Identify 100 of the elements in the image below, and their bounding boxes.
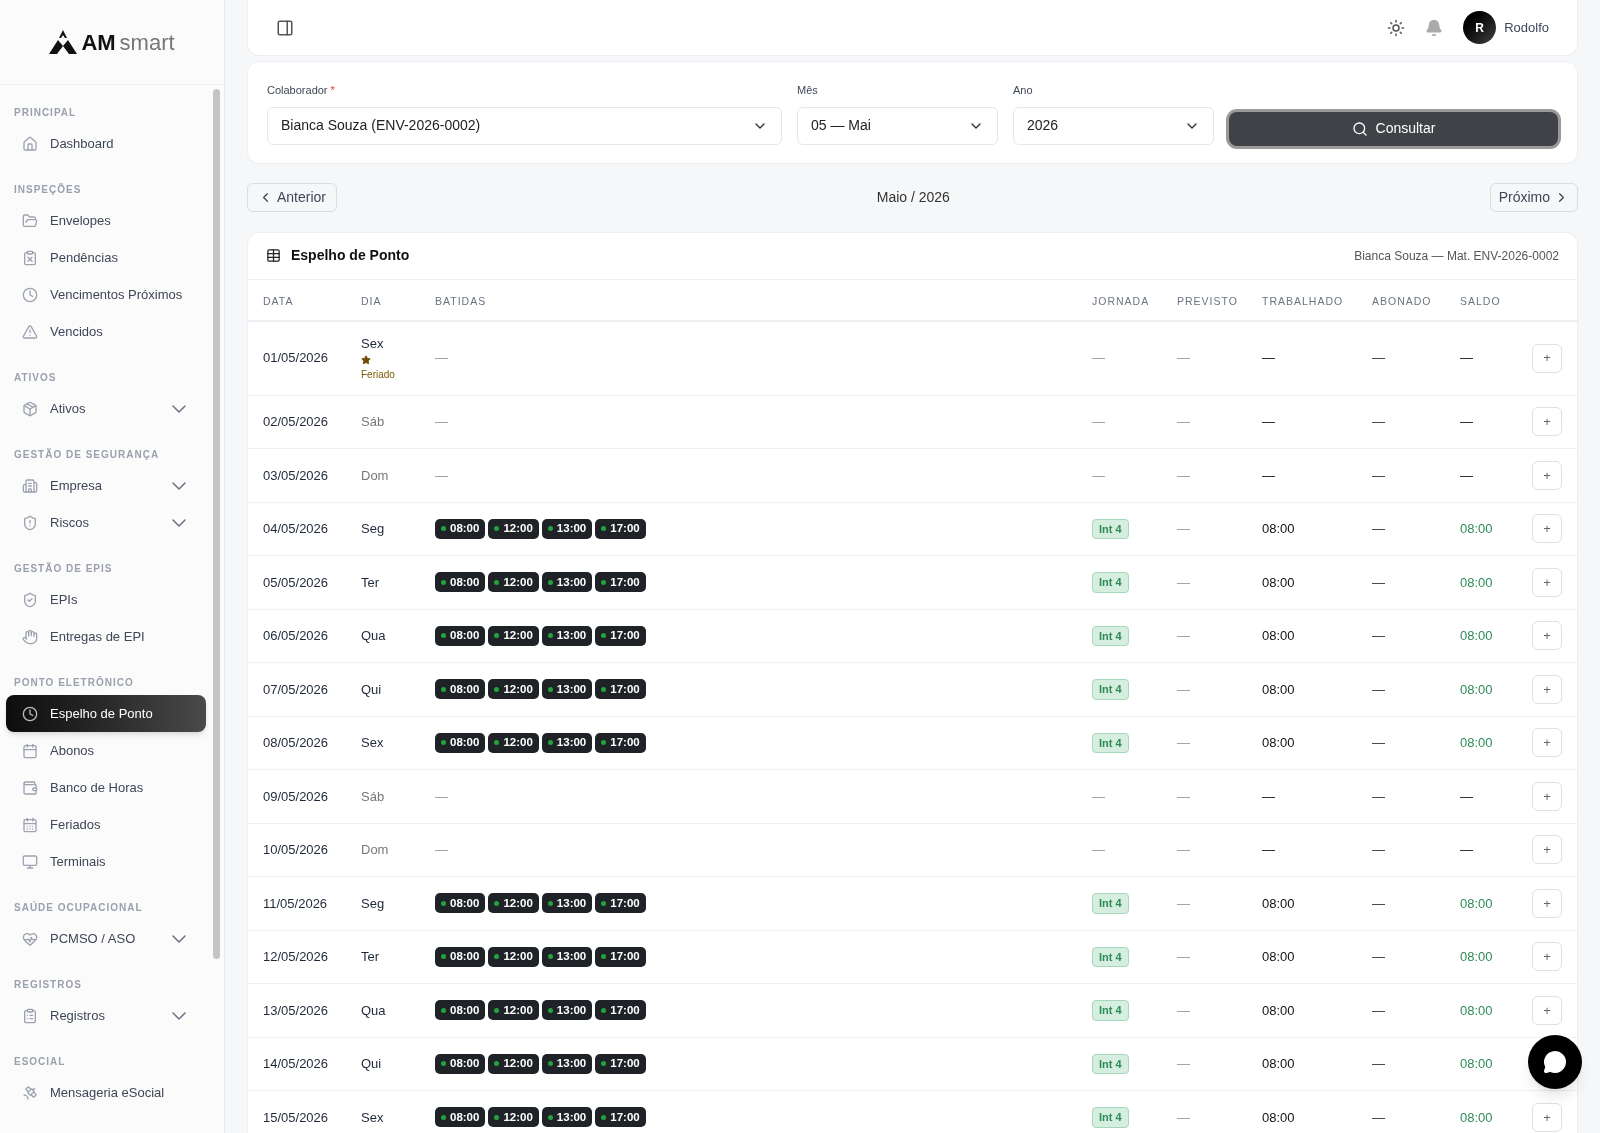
empty-value: — xyxy=(1372,467,1385,483)
add-button[interactable]: + xyxy=(1532,674,1562,704)
date-cell-text: 04/05/2026 xyxy=(263,520,330,538)
punch-chip: 13:00 xyxy=(541,893,593,914)
empty-value: — xyxy=(1177,1056,1190,1071)
add-button[interactable]: + xyxy=(1532,460,1562,490)
balance-value: 08:00 xyxy=(1460,1002,1493,1018)
sidebar-item[interactable]: PCMSO / ASO xyxy=(6,920,206,957)
chevron-down-icon xyxy=(172,1011,186,1020)
add-button[interactable]: + xyxy=(1532,942,1562,972)
chevron-down-icon xyxy=(172,518,186,527)
add-button[interactable]: + xyxy=(1532,728,1562,758)
punch-chip: 13:00 xyxy=(541,572,593,593)
empty-value: — xyxy=(1460,414,1473,429)
balance-value: 08:00 xyxy=(1460,1109,1493,1125)
shift-badge: Int 4 xyxy=(1092,625,1129,646)
folder-icon xyxy=(22,212,38,229)
add-button[interactable]: + xyxy=(1532,567,1562,597)
select-field[interactable]: Bianca Souza (ENV-2026-0002) xyxy=(267,106,782,145)
shift-badge: Int 4 xyxy=(1092,893,1129,914)
sun-icon[interactable] xyxy=(1387,18,1406,37)
sidebar-item[interactable]: Entregas de EPI xyxy=(6,618,206,655)
sidebar-item[interactable]: Pendências xyxy=(6,239,206,276)
empty-value: — xyxy=(435,349,448,368)
punch-chip: 13:00 xyxy=(541,679,593,700)
field-label: Mês xyxy=(797,83,819,98)
add-button[interactable]: + xyxy=(1532,835,1562,865)
empty-value: — xyxy=(435,841,448,859)
wallet-icon xyxy=(22,779,38,796)
sidebar-item[interactable]: Vencimentos Próximos xyxy=(6,276,206,313)
clipboard-list-icon xyxy=(22,1007,38,1024)
sidebar-item[interactable]: Riscos xyxy=(6,504,206,541)
sidebar-item[interactable]: Empresa xyxy=(6,467,206,504)
section-title: INSPEÇÕES xyxy=(13,182,83,196)
weekday-cell-text: Ter xyxy=(361,948,381,966)
date-cell-text: 12/05/2026 xyxy=(263,948,330,966)
card-title: Espelho de Ponto xyxy=(291,246,411,265)
heart-pulse-icon xyxy=(22,930,38,947)
punch-chip: 08:00 xyxy=(435,946,486,967)
sidebar-item[interactable]: Terminais xyxy=(6,843,206,880)
add-button[interactable]: + xyxy=(1532,343,1562,373)
punch-chip: 13:00 xyxy=(541,1053,593,1074)
date-cell-text: 11/05/2026 xyxy=(263,894,329,913)
section-title: ESOCIAL xyxy=(13,1055,67,1068)
shift-badge: Int 4 xyxy=(1092,1000,1129,1021)
empty-value: — xyxy=(435,466,448,485)
monitor-icon xyxy=(22,853,38,870)
add-button[interactable]: + xyxy=(1532,407,1562,437)
sidebar-item[interactable]: Dashboard xyxy=(6,125,206,162)
punch-chip: 08:00 xyxy=(435,1000,486,1021)
punch-chip: 12:00 xyxy=(488,625,539,646)
add-button[interactable]: + xyxy=(1532,1102,1562,1132)
sidebar-item[interactable]: Ativos xyxy=(6,390,206,427)
previous-button[interactable]: Anterior xyxy=(247,183,338,212)
calendar-icon xyxy=(22,742,38,759)
section-title: PONTO ELETRÔNICO xyxy=(13,675,135,689)
add-button[interactable]: + xyxy=(1532,514,1562,544)
column-header: SALDO xyxy=(1460,294,1501,307)
select-field[interactable]: 2026 xyxy=(1013,106,1214,145)
date-cell-text: 07/05/2026 xyxy=(263,680,330,699)
search-button[interactable]: Consultar xyxy=(1229,111,1558,146)
select-field[interactable]: 05 — Mai xyxy=(797,106,998,145)
empty-value: — xyxy=(1177,681,1190,697)
sidebar-item[interactable]: Espelho de Ponto xyxy=(6,695,206,732)
hours-value: 08:00 xyxy=(1262,628,1295,643)
user-avatar[interactable]: R xyxy=(1463,11,1497,44)
next-button[interactable]: Próximo xyxy=(1489,183,1578,212)
column-header: DATA xyxy=(263,294,294,307)
date-cell-text: 06/05/2026 xyxy=(263,627,330,645)
sidebar-item[interactable]: Registros xyxy=(6,997,206,1034)
balance-value: 08:00 xyxy=(1460,521,1493,536)
box-icon xyxy=(22,400,38,417)
hours-value: 08:00 xyxy=(1262,895,1295,911)
empty-value: — xyxy=(1092,842,1105,857)
sidebar-item[interactable]: Banco de Horas xyxy=(6,769,206,806)
add-button[interactable]: + xyxy=(1532,995,1562,1025)
punch-chip: 12:00 xyxy=(488,1107,539,1128)
sidebar-toggle-icon[interactable] xyxy=(276,18,294,37)
weekday-cell-text: Sáb xyxy=(361,787,386,806)
scrollbar-thumb[interactable] xyxy=(213,89,220,959)
date-cell-text: 09/05/2026 xyxy=(263,787,330,806)
sidebar-item[interactable]: Abonos xyxy=(6,732,206,769)
sidebar-item[interactable]: Feriados xyxy=(6,806,206,843)
date-cell-text: 10/05/2026 xyxy=(263,841,330,859)
section-title: GESTÃO DE EPIS xyxy=(13,561,114,575)
sidebar-item[interactable]: EPIs xyxy=(6,581,206,618)
empty-value: — xyxy=(1372,788,1385,804)
punch-chip: 17:00 xyxy=(595,1107,646,1128)
empty-value: — xyxy=(1177,350,1190,366)
empty-value: — xyxy=(1177,788,1190,804)
punch-chip: 17:00 xyxy=(595,946,646,967)
add-button[interactable]: + xyxy=(1532,781,1562,811)
add-button[interactable]: + xyxy=(1532,621,1562,651)
sidebar-item[interactable]: Envelopes xyxy=(6,202,206,239)
sidebar-item[interactable]: Vencidos xyxy=(6,313,206,350)
punch-chip: 08:00 xyxy=(435,679,486,700)
logo-mark-icon xyxy=(49,30,78,54)
add-button[interactable]: + xyxy=(1532,888,1562,918)
shift-badge: Int 4 xyxy=(1092,946,1129,967)
sidebar-item[interactable]: Mensageria eSocial xyxy=(6,1074,206,1111)
